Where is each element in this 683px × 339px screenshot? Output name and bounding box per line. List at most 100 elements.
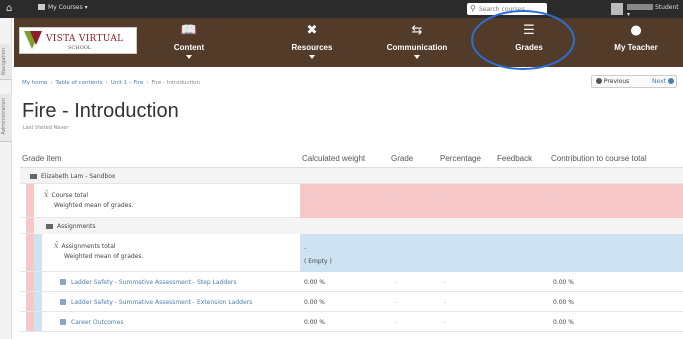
subcategory-strip <box>34 312 42 331</box>
assignments-total-percentage: - <box>444 245 447 252</box>
tab-administration[interactable]: Administration <box>0 94 12 142</box>
nav-resources-label: Resources <box>291 43 333 52</box>
next-button[interactable]: Next <box>652 78 674 85</box>
assignments-total-contribution: - <box>553 245 556 252</box>
grade-item-name: Career Outcomes <box>71 319 124 326</box>
course-total-grade: - <box>395 194 398 201</box>
grade-item-grade: - <box>395 299 398 306</box>
category-strip <box>26 234 34 271</box>
course-total-desc: Weighted mean of grades. <box>54 202 134 209</box>
category-strip <box>26 218 34 233</box>
subcategory-strip <box>34 234 42 271</box>
subcategory-strip <box>34 292 42 311</box>
col-grade[interactable]: Grade <box>391 154 413 163</box>
col-feedback[interactable]: Feedback <box>497 154 532 163</box>
nav-content-label: Content <box>173 43 205 52</box>
category-strip <box>26 292 34 311</box>
grade-item-percentage: - <box>444 279 447 286</box>
tab-navigation-label: Navigation <box>1 48 7 75</box>
nav-my-teacher[interactable]: ● My Teacher <box>598 18 674 67</box>
col-contribution[interactable]: Contribution to course total <box>551 154 647 163</box>
folder-icon <box>30 174 37 179</box>
nav-content[interactable]: 📖 Content <box>154 18 224 67</box>
grade-item-grade: - <box>395 319 398 326</box>
category-cell: Elizabeth Lam - Sandbox <box>30 173 115 180</box>
table-row: Ladder Safety - Summative Assessment - S… <box>20 272 683 292</box>
assignments-total-grade: - <box>395 245 398 252</box>
chevron-down-icon <box>309 55 315 59</box>
previous-button[interactable]: Previous <box>596 78 629 85</box>
course-total-cell: x̄ Course total <box>44 190 88 199</box>
table-row: Career Outcomes 0.00 % - - 0.00 % <box>20 312 683 332</box>
assignments-header-fill <box>34 218 683 234</box>
folder-icon <box>46 224 53 229</box>
nav-resources[interactable]: ✖ Resources <box>274 18 350 67</box>
grade-item-link[interactable]: Ladder Safety - Summative Assessment - E… <box>60 299 252 306</box>
logo-text: VISTA VIRTUAL <box>46 34 124 44</box>
apple-icon: ● <box>630 23 642 38</box>
col-grade-item[interactable]: Grade item <box>22 154 62 163</box>
top-bar: ⌂ My Courses ▾ ⚲ Student ▾ <box>0 0 683 18</box>
chevron-down-icon <box>414 55 420 59</box>
chevron-down-icon <box>186 55 192 59</box>
grade-item-link[interactable]: Career Outcomes <box>60 319 123 326</box>
table-row: x̄ Assignments total Weighted mean of gra… <box>20 234 683 272</box>
assignments-total-name: Assignments total <box>61 243 116 250</box>
course-nav: VISTA VIRTUAL SCHOOL 📖 Content ✖ Resourc… <box>14 18 683 67</box>
table-row: x̄ Course total Weighted mean of grades. … <box>20 184 683 218</box>
assignment-icon <box>60 299 66 305</box>
tab-navigation[interactable]: Navigation <box>0 44 12 80</box>
my-courses-menu[interactable]: My Courses ▾ <box>38 4 88 11</box>
grade-item-percentage: - <box>444 299 447 306</box>
breadcrumb-unit[interactable]: Unit 1 – Fire <box>111 80 144 86</box>
assignments-total-weight: - <box>304 245 307 252</box>
grade-item-name: Ladder Safety - Summative Assessment - S… <box>71 279 237 286</box>
user-name-redacted <box>627 4 653 10</box>
user-menu[interactable]: Student ▾ <box>627 4 679 18</box>
assignment-icon <box>60 319 66 325</box>
side-tabs: Navigation Administration <box>0 18 12 339</box>
assignments-name: Assignments <box>57 223 96 230</box>
next-label: Next <box>652 78 666 85</box>
arrow-right-icon <box>667 78 674 84</box>
col-calculated-weight[interactable]: Calculated weight <box>302 154 365 163</box>
search-icon[interactable]: ⚲ <box>470 4 476 13</box>
category-strip <box>26 312 34 331</box>
breadcrumb-toc[interactable]: Table of contents <box>56 80 103 86</box>
home-icon[interactable]: ⌂ <box>6 3 12 14</box>
category-strip <box>26 184 34 217</box>
course-total-fill <box>300 184 683 218</box>
table-row: Assignments <box>20 218 683 234</box>
breadcrumb: My home › Table of contents › Unit 1 – Fire ›… <box>22 80 201 86</box>
formula-icon: x̄ <box>54 241 59 250</box>
school-logo[interactable]: VISTA VIRTUAL SCHOOL <box>19 27 137 54</box>
grade-item-weight: 0.00 % <box>304 319 325 326</box>
nav-teacher-label: My Teacher <box>614 43 658 52</box>
table-row: Elizabeth Lam - Sandbox <box>20 168 683 184</box>
course-total-percentage: - <box>444 194 447 201</box>
courses-icon <box>38 4 45 10</box>
breadcrumb-home[interactable]: My home <box>22 80 47 86</box>
assignments-category-cell: Assignments <box>46 223 95 230</box>
avatar[interactable] <box>611 3 623 15</box>
table-row: Ladder Safety - Summative Assessment - E… <box>20 292 683 312</box>
category-name: Elizabeth Lam - Sandbox <box>41 173 116 180</box>
grade-item-percentage: - <box>444 319 447 326</box>
course-total-weight: - <box>304 194 307 201</box>
previous-label: Previous <box>603 78 630 85</box>
logo-subtext: SCHOOL <box>68 45 92 51</box>
prev-next-group: Previous Next <box>591 75 677 88</box>
tools-icon: ✖ <box>306 23 318 38</box>
table-header: Grade item Calculated weight Grade Perce… <box>20 148 683 168</box>
assignments-total-cell: x̄ Assignments total <box>54 241 116 250</box>
assignments-total-empty: ( Empty ) <box>304 258 332 265</box>
col-percentage[interactable]: Percentage <box>440 154 481 163</box>
assignments-total-desc: Weighted mean of grades. <box>64 253 144 260</box>
grade-item-contribution: 0.00 % <box>553 299 574 306</box>
grade-item-weight: 0.00 % <box>304 279 325 286</box>
nav-communication[interactable]: ⇆ Communication <box>372 18 462 67</box>
grades-highlight-circle <box>471 10 575 70</box>
category-strip <box>26 272 34 291</box>
grade-item-contribution: 0.00 % <box>553 319 574 326</box>
grade-item-link[interactable]: Ladder Safety - Summative Assessment - S… <box>60 279 236 286</box>
